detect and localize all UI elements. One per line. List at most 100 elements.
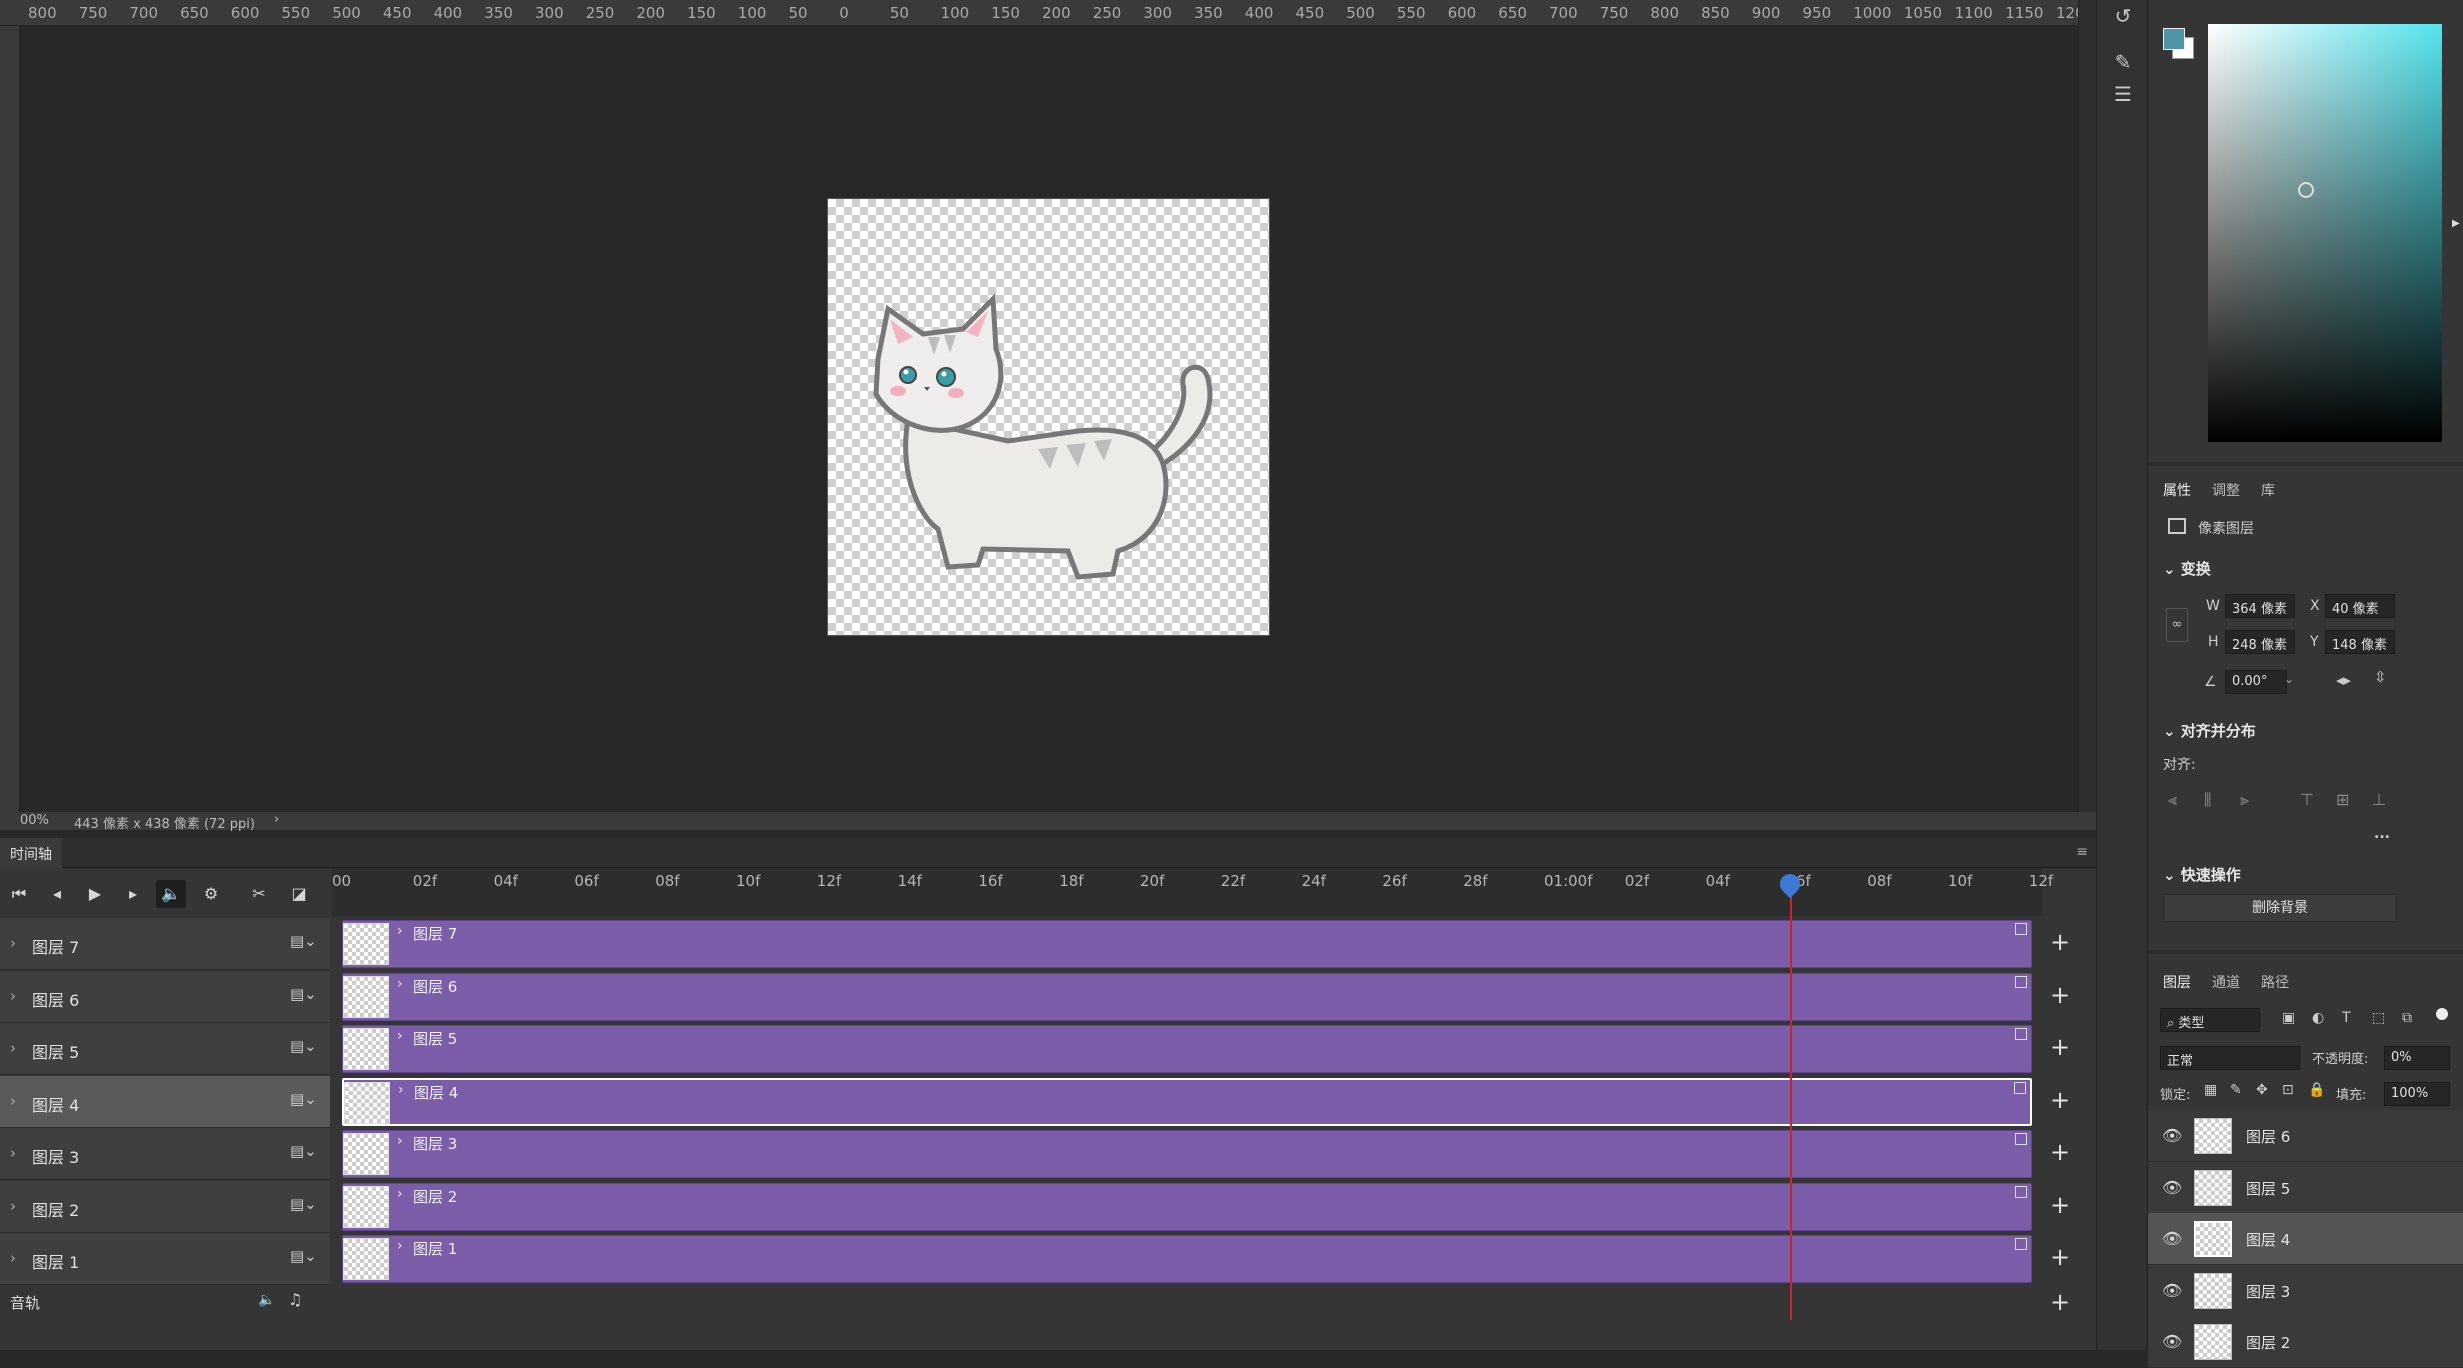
add-audio-button[interactable]: + xyxy=(2048,1290,2072,1314)
x-field[interactable]: 40 像素 xyxy=(2325,594,2395,618)
timeline-track-header[interactable]: › 图层 6 ▤⌄ xyxy=(0,970,330,1023)
align-center-h-icon[interactable]: ⫼ xyxy=(2204,790,2211,810)
eye-visibility-icon[interactable]: 👁 xyxy=(2162,1332,2182,1351)
add-media-button[interactable]: + xyxy=(2048,1088,2072,1112)
color-picker-cursor[interactable] xyxy=(2298,182,2314,198)
film-options-icon[interactable]: ▤⌄ xyxy=(290,932,317,950)
expand-chevron-icon[interactable]: › xyxy=(10,1144,16,1162)
layer-row[interactable]: 👁 图层 3 xyxy=(2148,1264,2463,1317)
lock-artboard-icon[interactable]: ⊡ xyxy=(2282,1082,2294,1098)
vertical-scrollbar[interactable] xyxy=(2078,0,2096,830)
expand-chevron-icon[interactable]: › xyxy=(10,1197,16,1215)
timeline-track-header[interactable]: › 图层 4 ▤⌄ xyxy=(0,1075,330,1128)
filter-shape-icon[interactable]: ⬚ xyxy=(2372,1010,2385,1026)
clip-chevron-icon[interactable]: › xyxy=(397,923,403,939)
filter-adjustment-icon[interactable]: ◐ xyxy=(2312,1010,2324,1026)
clip-end-handle-icon[interactable] xyxy=(2015,923,2027,935)
fill-field[interactable]: 100% xyxy=(2384,1082,2450,1106)
previous-frame-icon[interactable]: ◂ xyxy=(42,880,72,908)
eye-visibility-icon[interactable]: 👁 xyxy=(2162,1178,2182,1197)
timeline-clip[interactable]: › 图层 4 xyxy=(342,1077,2032,1126)
film-options-icon[interactable]: ▤⌄ xyxy=(290,1142,317,1160)
add-media-button[interactable]: + xyxy=(2048,983,2072,1007)
zoom-level[interactable]: 00% xyxy=(20,813,49,828)
timeline-clip[interactable]: › 图层 6 xyxy=(342,972,2032,1021)
expand-chevron-icon[interactable]: › xyxy=(10,1249,16,1267)
clip-end-handle-icon[interactable] xyxy=(2014,1081,2026,1094)
layer-row[interactable]: 👁 图层 6 xyxy=(2148,1110,2463,1162)
hue-slider-arrow-icon[interactable]: ▶ xyxy=(2452,218,2460,229)
layer-row[interactable]: 👁 图层 4 xyxy=(2148,1213,2463,1265)
lock-pixels-icon[interactable]: ✎ xyxy=(2230,1082,2242,1098)
timeline-track-header[interactable]: › 图层 7 ▤⌄ xyxy=(0,918,330,970)
transition-icon[interactable]: ◪ xyxy=(284,880,314,908)
width-field[interactable]: 364 像素 xyxy=(2225,594,2295,618)
lock-all-icon[interactable]: 🔒 xyxy=(2308,1082,2325,1098)
add-media-button[interactable]: + xyxy=(2048,930,2072,954)
audio-toggle-icon[interactable]: 🔈 xyxy=(156,880,186,908)
adjustments-sliders-icon[interactable]: ☰ xyxy=(2109,80,2137,108)
eye-visibility-icon[interactable]: 👁 xyxy=(2162,1229,2182,1248)
tab-adjustments[interactable]: 调整 xyxy=(2212,480,2240,500)
align-left-icon[interactable]: ⫷ xyxy=(2168,790,2177,810)
opacity-field[interactable]: 0% xyxy=(2384,1046,2450,1070)
flip-vertical-icon[interactable]: ⇳ xyxy=(2374,668,2387,686)
angle-field[interactable]: 0.00° xyxy=(2225,670,2287,694)
next-frame-icon[interactable]: ▸ xyxy=(118,880,148,908)
film-options-icon[interactable]: ▤⌄ xyxy=(290,1090,317,1108)
clip-end-handle-icon[interactable] xyxy=(2015,1028,2027,1040)
clip-chevron-icon[interactable]: › xyxy=(398,1082,404,1098)
clip-end-handle-icon[interactable] xyxy=(2015,1238,2027,1250)
timeline-clip[interactable]: › 图层 7 xyxy=(342,920,2032,968)
document-canvas[interactable] xyxy=(827,198,1270,636)
first-frame-icon[interactable]: ⏮ xyxy=(4,880,34,908)
clip-chevron-icon[interactable]: › xyxy=(397,976,403,992)
film-options-icon[interactable]: ▤⌄ xyxy=(290,985,317,1003)
timeline-track-header[interactable]: › 图层 5 ▤⌄ xyxy=(0,1023,330,1075)
filter-smart-object-icon[interactable]: ⧉ xyxy=(2402,1010,2412,1026)
tab-timeline[interactable]: 时间轴 xyxy=(0,838,62,868)
flip-horizontal-icon[interactable]: ◂▸ xyxy=(2336,671,2351,689)
speaker-icon[interactable]: 🔈 xyxy=(258,1292,275,1308)
height-field[interactable]: 248 像素 xyxy=(2225,630,2295,654)
history-icon[interactable]: ↺ xyxy=(2109,2,2137,30)
eye-visibility-icon[interactable]: 👁 xyxy=(2162,1126,2182,1145)
align-section-title[interactable]: ⌄ 对齐并分布 xyxy=(2163,720,2256,741)
clip-end-handle-icon[interactable] xyxy=(2015,975,2027,988)
align-top-icon[interactable]: ⊤ xyxy=(2300,790,2314,809)
music-note-icon[interactable]: ♫ xyxy=(288,1290,302,1309)
tab-channels[interactable]: 通道 xyxy=(2212,972,2240,992)
clip-end-handle-icon[interactable] xyxy=(2015,1133,2027,1145)
clip-end-handle-icon[interactable] xyxy=(2015,1185,2027,1198)
timeline-track-header[interactable]: › 图层 3 ▤⌄ xyxy=(0,1128,330,1180)
align-middle-v-icon[interactable]: ⊞ xyxy=(2336,790,2349,809)
quick-actions-section-title[interactable]: ⌄ 快速操作 xyxy=(2163,864,2241,885)
color-picker-field[interactable] xyxy=(2208,24,2442,442)
layer-row[interactable]: 👁 图层 2 xyxy=(2148,1316,2463,1368)
tab-libraries[interactable]: 库 xyxy=(2261,480,2275,500)
clip-chevron-icon[interactable]: › xyxy=(397,1186,403,1202)
remove-background-button[interactable]: 删除背景 xyxy=(2163,894,2397,922)
add-media-button[interactable]: + xyxy=(2048,1245,2072,1269)
angle-dropdown-icon[interactable]: ⌄ xyxy=(2284,672,2294,686)
y-field[interactable]: 148 像素 xyxy=(2325,630,2395,654)
filter-type-icon[interactable]: T xyxy=(2342,1010,2351,1026)
chevron-right-icon[interactable]: › xyxy=(274,812,279,827)
lock-transparency-icon[interactable]: ▦ xyxy=(2204,1082,2217,1098)
timeline-clip[interactable]: › 图层 3 xyxy=(342,1130,2032,1178)
add-media-button[interactable]: + xyxy=(2048,1035,2072,1059)
expand-chevron-icon[interactable]: › xyxy=(10,1039,16,1057)
filter-toggle-icon[interactable] xyxy=(2436,1008,2448,1020)
blend-mode-select[interactable]: 正常 xyxy=(2160,1046,2300,1070)
expand-chevron-icon[interactable]: › xyxy=(10,987,16,1005)
filter-pixel-icon[interactable]: ▣ xyxy=(2282,1010,2295,1026)
foreground-color-swatch[interactable] xyxy=(2163,28,2185,50)
timeline-track-header[interactable]: › 图层 1 ▤⌄ xyxy=(0,1233,330,1285)
more-options-button[interactable]: ... xyxy=(2374,826,2390,842)
eye-visibility-icon[interactable]: 👁 xyxy=(2162,1281,2182,1300)
brush-settings-icon[interactable]: ✎ xyxy=(2109,48,2137,76)
timeline-track-header[interactable]: › 图层 2 ▤⌄ xyxy=(0,1180,330,1233)
clip-chevron-icon[interactable]: › xyxy=(397,1028,403,1044)
expand-chevron-icon[interactable]: › xyxy=(10,1092,16,1110)
film-options-icon[interactable]: ▤⌄ xyxy=(290,1037,317,1055)
